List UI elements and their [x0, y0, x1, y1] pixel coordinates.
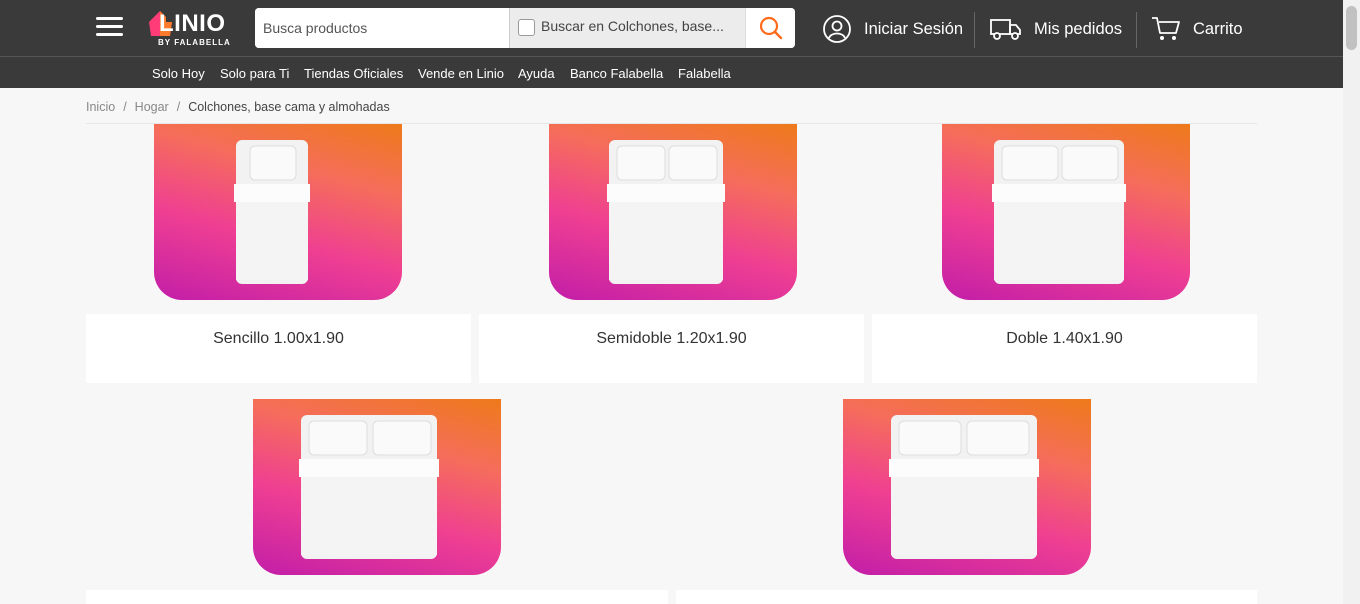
hamburger-menu-icon[interactable]: [96, 17, 123, 39]
category-image-queen[interactable]: [253, 399, 501, 575]
linio-logo[interactable]: LINIO BY FALABELLA: [145, 8, 241, 50]
category-image-sencillo[interactable]: [154, 124, 402, 300]
single-bed-icon: [234, 140, 310, 284]
scrollbar-thumb[interactable]: [1346, 6, 1357, 50]
search-button[interactable]: [745, 8, 795, 48]
orders-label: Mis pedidos: [1034, 19, 1123, 38]
nav-item-ayuda[interactable]: Ayuda: [518, 66, 555, 81]
breadcrumb-inicio[interactable]: Inicio: [86, 100, 115, 114]
double-bed-icon: [607, 140, 725, 284]
top-header: LINIO BY FALABELLA Buscar en Colchones, …: [0, 0, 1343, 57]
breadcrumb-separator: /: [123, 100, 127, 114]
breadcrumb: Inicio / Hogar / Colchones, base cama y almo…: [86, 100, 390, 114]
search-scope-toggle[interactable]: Buscar en Colchones, base...: [509, 8, 745, 48]
double-bed-icon: [299, 415, 439, 559]
nav-item-tiendas-oficiales[interactable]: Tiendas Oficiales: [304, 66, 403, 81]
scope-checkbox[interactable]: [518, 19, 535, 36]
search-input[interactable]: [255, 8, 509, 48]
cart-label: Carrito: [1193, 19, 1243, 38]
breadcrumb-separator: /: [176, 100, 181, 114]
nav-item-vende-en-linio[interactable]: Vende en Linio: [418, 66, 504, 81]
nav-item-banco-falabella[interactable]: Banco Falabella: [570, 66, 663, 81]
category-image-doble[interactable]: [942, 124, 1190, 300]
orders-link[interactable]: Mis pedidos: [990, 11, 1122, 47]
login-link[interactable]: Iniciar Sesión: [822, 11, 963, 47]
category-nav: Solo Hoy Solo para Ti Tiendas Oficiales …: [0, 57, 1343, 88]
category-image-king[interactable]: [843, 399, 1091, 575]
scope-label: Buscar en Colchones, base...: [541, 18, 724, 34]
breadcrumb-hogar[interactable]: Hogar: [135, 100, 169, 114]
category-label: Semidoble 1.20x1.90: [596, 330, 747, 347]
search-bar: Buscar en Colchones, base...: [255, 8, 795, 48]
search-icon: [759, 16, 782, 40]
category-image-semidoble[interactable]: [549, 124, 797, 300]
cart-link[interactable]: Carrito: [1151, 11, 1243, 47]
double-bed-icon: [992, 140, 1126, 284]
header-divider: [974, 12, 975, 48]
user-icon: [823, 15, 851, 43]
category-label: Sencillo 1.00x1.90: [213, 330, 344, 347]
cart-icon: [1152, 17, 1180, 40]
truck-icon: [990, 19, 1021, 40]
logo-subtext: BY FALABELLA: [158, 38, 231, 47]
nav-item-falabella[interactable]: Falabella: [678, 66, 731, 81]
category-card-queen[interactable]: [86, 590, 668, 604]
header-divider: [1136, 12, 1137, 48]
category-card-semidoble[interactable]: Semidoble 1.20x1.90: [479, 314, 864, 383]
category-card-king[interactable]: [676, 590, 1257, 604]
category-card-sencillo[interactable]: Sencillo 1.00x1.90: [86, 314, 471, 383]
double-bed-icon: [889, 415, 1039, 559]
nav-item-solo-hoy[interactable]: Solo Hoy: [152, 66, 205, 81]
logo-text: LINIO: [159, 10, 226, 37]
nav-item-solo-para-ti[interactable]: Solo para Ti: [220, 66, 289, 81]
breadcrumb-current: Colchones, base cama y almohadas: [188, 100, 390, 114]
category-card-doble[interactable]: Doble 1.40x1.90: [872, 314, 1257, 383]
page-scrollbar[interactable]: [1343, 0, 1360, 604]
category-label: Doble 1.40x1.90: [1006, 330, 1123, 347]
login-label: Iniciar Sesión: [864, 19, 964, 38]
